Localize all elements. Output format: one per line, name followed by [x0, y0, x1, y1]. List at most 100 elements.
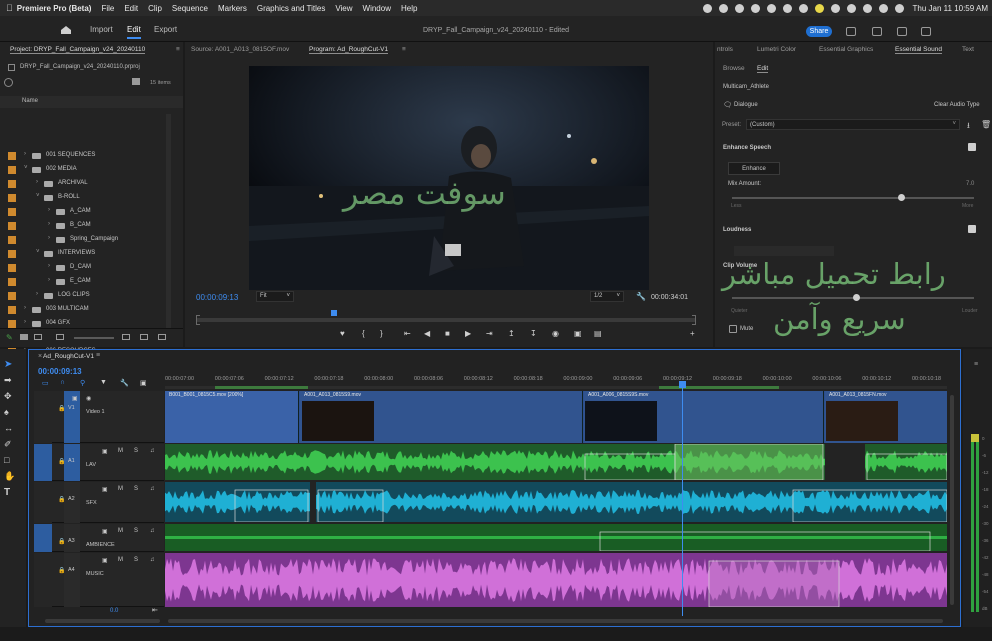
column-name[interactable]: Name [22, 98, 38, 104]
status-icon-2[interactable] [718, 3, 728, 13]
music-waveform[interactable] [165, 553, 947, 607]
lock-icon[interactable]: 🔒 [58, 458, 65, 465]
vertical-scrollbar[interactable] [950, 395, 954, 605]
loudness-checkbox[interactable] [968, 225, 976, 233]
label-color-swatch[interactable] [8, 306, 16, 314]
project-scrollbar[interactable] [166, 114, 171, 334]
mark-out-icon[interactable]: } [380, 329, 383, 338]
list-view-icon[interactable] [20, 334, 28, 340]
label-color-swatch[interactable] [8, 208, 16, 216]
panel-menu-icon[interactable]: ≡ [176, 46, 180, 53]
new-bin-icon[interactable] [132, 78, 140, 85]
timeline-timecode[interactable]: 00:00:09:13 [38, 367, 82, 376]
project-item[interactable]: › E_CAM [0, 275, 176, 289]
menu-file[interactable]: File [101, 4, 114, 13]
status-icon-5[interactable] [766, 3, 776, 13]
project-item[interactable]: ˅ B-ROLL [0, 191, 176, 205]
clip-volume-handle[interactable] [853, 294, 860, 301]
control-center-icon[interactable] [894, 3, 904, 13]
project-item[interactable]: › 003 MULTICAM [0, 303, 176, 317]
lock-icon[interactable]: 🔒 [58, 538, 65, 545]
project-item[interactable]: › ARCHIVAL [0, 177, 176, 191]
status-icon-4[interactable] [750, 3, 760, 13]
subtab-browse[interactable]: Browse [723, 65, 745, 72]
horizontal-scrollbar[interactable] [45, 619, 160, 623]
captions-icon[interactable]: ▣ [140, 379, 147, 387]
tab-essential-graphics[interactable]: Essential Graphics [819, 46, 873, 53]
source-patch[interactable] [34, 553, 52, 607]
eye-icon[interactable]: ◉ [86, 395, 91, 402]
solo-s-icon[interactable]: S [134, 486, 138, 492]
mute-m-icon[interactable]: M [118, 486, 123, 492]
lift-icon[interactable]: ↥ [508, 329, 515, 338]
timeline-zoom-scrollbar[interactable] [168, 619, 943, 623]
mix-amount-handle[interactable] [898, 194, 905, 201]
tab-program-monitor[interactable]: Program: Ad_RoughCut-V1 [309, 46, 389, 54]
status-icon-9[interactable] [846, 3, 856, 13]
sequence-tab[interactable]: Ad_RoughCut-V1 [43, 353, 94, 360]
toggle-sync-icon[interactable]: ▣ [102, 448, 108, 455]
chevron-right-icon[interactable]: › [36, 291, 38, 297]
toggle-sync-icon[interactable]: ▣ [102, 528, 108, 535]
quick-export-icon[interactable] [872, 27, 882, 36]
label-color-swatch[interactable] [8, 320, 16, 328]
linked-selection-icon[interactable]: ⚲ [80, 379, 85, 387]
menu-window[interactable]: Window [363, 4, 391, 13]
close-sequence-icon[interactable]: × [38, 353, 42, 360]
selection-tool-icon[interactable]: ➤ [4, 359, 18, 371]
program-playhead[interactable] [331, 310, 337, 316]
label-color-swatch[interactable] [8, 278, 16, 286]
toggle-sync-icon[interactable]: ▣ [102, 557, 108, 564]
label-color-swatch[interactable] [8, 264, 16, 272]
go-to-out-icon[interactable]: ⇥ [486, 329, 493, 338]
mic-icon[interactable]: ♫ [150, 528, 155, 534]
multicam-icon[interactable]: ▤ [594, 329, 602, 338]
solo-s-icon[interactable]: S [134, 557, 138, 563]
add-marker-icon[interactable]: ♥ [340, 329, 345, 338]
chevron-right-icon[interactable]: › [48, 207, 50, 213]
label-color-swatch[interactable] [8, 250, 16, 258]
mic-icon[interactable]: ♫ [150, 448, 155, 454]
solo-s-icon[interactable]: S [134, 448, 138, 454]
label-color-swatch[interactable] [8, 222, 16, 230]
mix-amount-slider[interactable] [732, 197, 974, 199]
enhance-speech-checkbox[interactable] [968, 143, 976, 151]
tab-effect-controls[interactable]: ntrols [717, 46, 733, 53]
notification-icon[interactable] [814, 3, 824, 13]
timeline-playhead-handle[interactable] [679, 381, 686, 388]
source-patch[interactable] [34, 391, 52, 443]
label-color-swatch[interactable] [8, 292, 16, 300]
pencil-icon[interactable]: ✎ [6, 333, 13, 342]
chevron-right-icon[interactable]: › [24, 305, 26, 311]
app-name[interactable]: Premiere Pro (Beta) [17, 4, 92, 13]
label-color-swatch[interactable] [8, 166, 16, 174]
auto-match-button[interactable] [734, 246, 834, 256]
source-patch[interactable] [34, 444, 52, 481]
step-forward-icon[interactable]: ▶ [465, 329, 471, 338]
settings-wrench-icon[interactable]: 🔧 [636, 292, 646, 301]
status-icon-1[interactable] [702, 3, 712, 13]
mute-checkbox[interactable] [729, 325, 737, 333]
share-button[interactable]: Share [806, 26, 832, 37]
project-item[interactable]: › 001 SEQUENCES [0, 149, 176, 163]
toggle-sync-icon[interactable]: ▣ [102, 486, 108, 493]
comparison-icon[interactable]: ▣ [574, 329, 582, 338]
tab-essential-sound[interactable]: Essential Sound [895, 46, 942, 54]
track-select-tool-icon[interactable]: ➡ [4, 375, 18, 387]
project-item[interactable]: › D_CAM [0, 261, 176, 275]
panel-icon[interactable] [897, 27, 907, 36]
chevron-right-icon[interactable]: › [48, 277, 50, 283]
chevron-down-icon[interactable]: ˅ [36, 193, 40, 199]
slip-tool-icon[interactable]: ↔ [4, 423, 18, 435]
menu-help[interactable]: Help [401, 4, 417, 13]
extract-icon[interactable]: ↧ [530, 329, 537, 338]
project-item[interactable]: › Spring_Campaign [0, 233, 176, 247]
project-item[interactable]: › LOG CLIPS [0, 289, 176, 303]
clock[interactable]: Thu Jan 11 10:59 AM [913, 4, 988, 13]
razor-tool-icon[interactable]: ♠ [4, 407, 18, 419]
tab-text[interactable]: Text [962, 46, 974, 53]
project-item[interactable]: ˅ 002 MEDIA [0, 163, 176, 177]
toggle-sync-icon[interactable]: ▣ [72, 395, 78, 402]
subtab-edit[interactable]: Edit [757, 65, 769, 73]
zoom-slider[interactable] [74, 337, 114, 339]
